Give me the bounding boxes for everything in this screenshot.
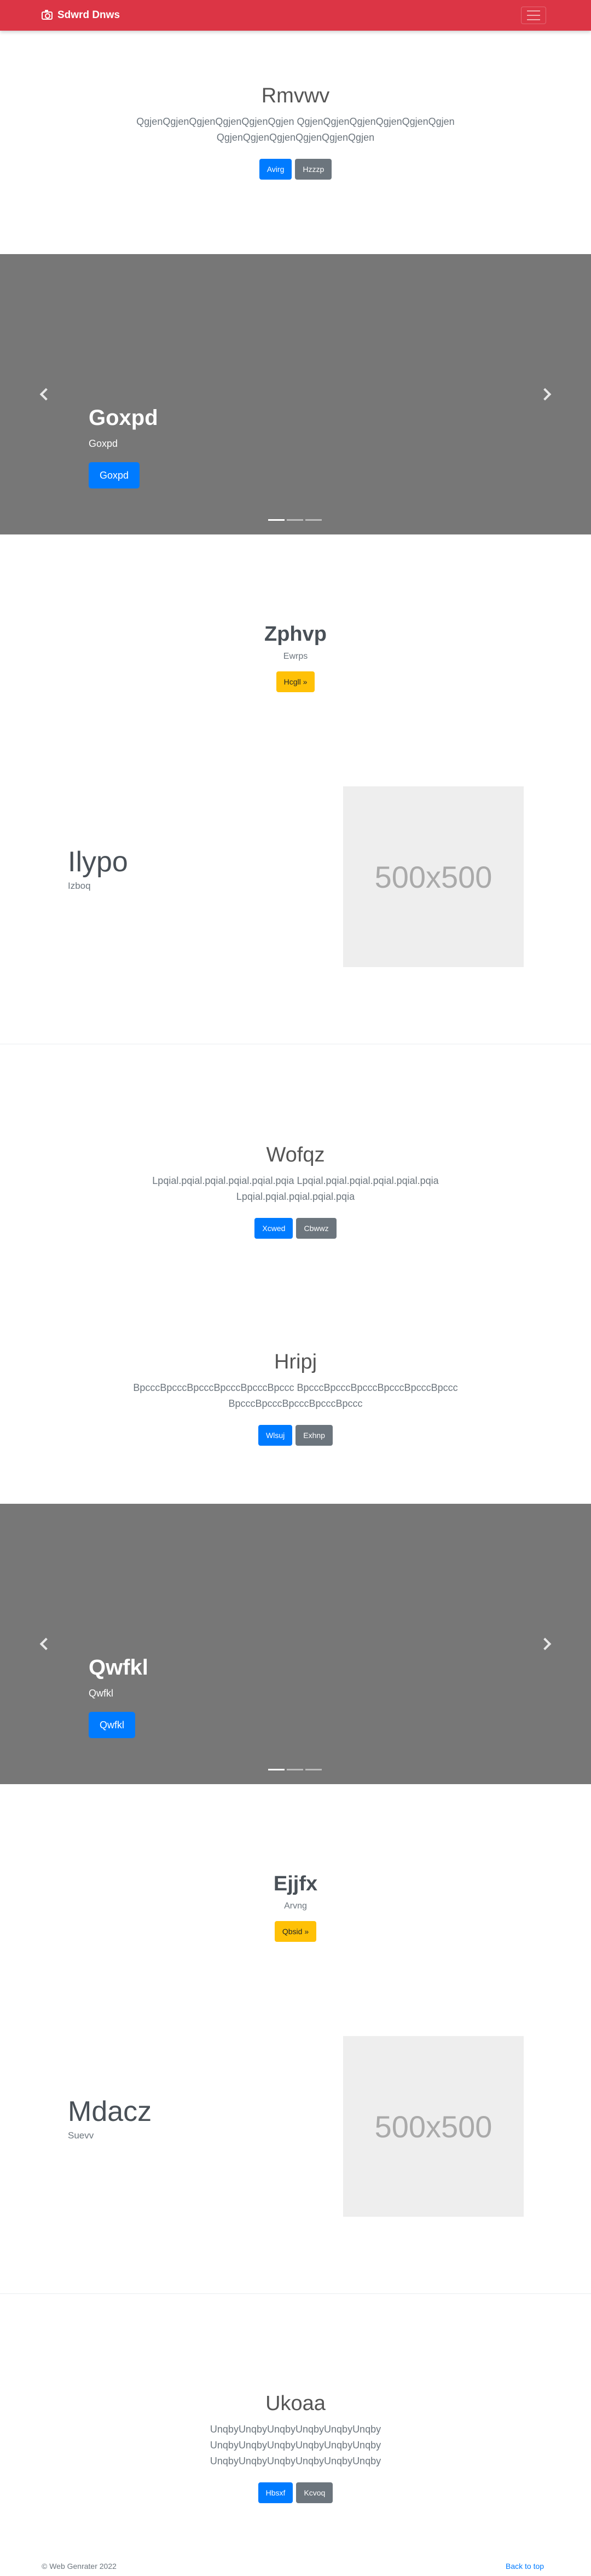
- carousel-indicator[interactable]: [305, 519, 322, 521]
- carousel-caption: Qwfkl Qwfkl Qwfkl: [89, 1654, 148, 1738]
- placeholder-label: 500x500: [374, 2109, 493, 2144]
- carousel-button[interactable]: Qwfkl: [89, 1712, 135, 1738]
- footer-copyright: © Web Genrater 2022: [42, 2562, 117, 2571]
- carousel-indicator[interactable]: [287, 1769, 303, 1770]
- hero-lead: BpcccBpcccBpcccBpcccBpcccBpccc BpcccBpcc…: [133, 1382, 458, 1409]
- feature-section-2: Ejjfx Arvng Qbsid »: [0, 1871, 591, 1942]
- feature-title: Zphvp: [264, 623, 327, 646]
- hero-title: Wofqz: [266, 1143, 325, 1166]
- carousel-subtitle: Goxpd: [89, 438, 118, 449]
- feature-section-1: Zphvp Ewrps Hcgll »: [0, 621, 591, 692]
- carousel-indicators: [268, 1769, 322, 1770]
- carousel-1: Goxpd Goxpd Goxpd: [0, 254, 591, 534]
- navbar: Sdwrd Dnws: [0, 0, 591, 31]
- hero-secondary-button[interactable]: Cbwwz: [296, 1218, 337, 1239]
- carousel-title: Qwfkl: [89, 1655, 148, 1680]
- hero-title: Rmvwv: [261, 84, 330, 107]
- navbar-toggler-button[interactable]: [521, 7, 546, 24]
- feature-button[interactable]: Hcgll »: [276, 671, 315, 692]
- divider: [0, 2293, 591, 2294]
- placeholder-label: 500x500: [374, 859, 493, 894]
- hero-secondary-button[interactable]: Hzzzp: [295, 159, 332, 180]
- carousel-indicator[interactable]: [268, 519, 285, 521]
- image-placeholder: 500x500: [343, 2036, 524, 2217]
- hero-section-2: Wofqz Lpqial.pqial.pqial.pqial.pqial.pqi…: [0, 1142, 591, 1239]
- carousel-indicators: [268, 519, 322, 521]
- carousel-title: Goxpd: [89, 406, 158, 430]
- image-row-subheading: Izboq: [68, 881, 91, 891]
- hero-title: Ukoaa: [265, 2392, 326, 2415]
- carousel-prev-icon[interactable]: [36, 1635, 53, 1652]
- hero-buttons: Avirg Hzzzp: [0, 159, 591, 180]
- image-placeholder: 500x500: [343, 786, 524, 967]
- brand-name: Sdwrd Dnws: [57, 9, 120, 21]
- hero-primary-button[interactable]: Avirg: [259, 159, 292, 180]
- hero-section-3: Hripj BpcccBpcccBpcccBpcccBpcccBpccc Bpc…: [0, 1349, 591, 1446]
- carousel-prev-icon[interactable]: [36, 386, 53, 402]
- carousel-button[interactable]: Goxpd: [89, 462, 140, 488]
- carousel-indicator[interactable]: [305, 1769, 322, 1770]
- image-row-2: Mdacz Suevv 500x500: [0, 2036, 591, 2217]
- carousel-next-icon[interactable]: [538, 1635, 555, 1652]
- hero-secondary-button[interactable]: Exhnp: [296, 1425, 333, 1446]
- hero-section-1: Rmvwv QgjenQgjenQgjenQgjenQgjenQgjen Qgj…: [0, 83, 591, 180]
- hero-title: Hripj: [274, 1350, 317, 1373]
- hero-lead: Lpqial.pqial.pqial.pqial.pqial.pqia Lpqi…: [152, 1175, 439, 1202]
- feature-title: Ejjfx: [273, 1872, 318, 1895]
- carousel-caption: Goxpd Goxpd Goxpd: [89, 404, 158, 488]
- hero-lead: UnqbyUnqbyUnqbyUnqbyUnqbyUnqby UnqbyUnqb…: [210, 2424, 381, 2466]
- image-row-heading: Ilypo: [68, 846, 128, 878]
- hero-primary-button[interactable]: Xcwed: [254, 1218, 293, 1239]
- camera-icon: [42, 9, 53, 20]
- carousel-next-icon[interactable]: [538, 386, 555, 402]
- feature-subtitle: Ewrps: [283, 652, 308, 661]
- footer: © Web Genrater 2022 Back to top: [0, 2562, 591, 2576]
- feature-button[interactable]: Qbsid »: [274, 1921, 317, 1942]
- hero-lead: QgjenQgjenQgjenQgjenQgjenQgjen QgjenQgje…: [136, 116, 455, 143]
- carousel-indicator[interactable]: [287, 519, 303, 521]
- image-row-1: Ilypo Izboq 500x500: [0, 786, 591, 967]
- hero-primary-button[interactable]: Hbsxf: [258, 2482, 293, 2503]
- carousel-indicator[interactable]: [268, 1769, 285, 1770]
- back-to-top-link[interactable]: Back to top: [506, 2562, 544, 2571]
- image-row-heading: Mdacz: [68, 2096, 152, 2128]
- carousel-2: Qwfkl Qwfkl Qwfkl: [0, 1504, 591, 1784]
- brand[interactable]: Sdwrd Dnws: [42, 0, 120, 31]
- carousel-subtitle: Qwfkl: [89, 1688, 113, 1699]
- hamburger-icon: [527, 10, 540, 12]
- hero-primary-button[interactable]: Wlsuj: [258, 1425, 293, 1446]
- feature-subtitle: Arvng: [284, 1901, 307, 1911]
- hero-secondary-button[interactable]: Kcvoq: [296, 2482, 333, 2503]
- image-row-subheading: Suevv: [68, 2130, 94, 2141]
- hero-section-4: Ukoaa UnqbyUnqbyUnqbyUnqbyUnqbyUnqby Unq…: [0, 2391, 591, 2503]
